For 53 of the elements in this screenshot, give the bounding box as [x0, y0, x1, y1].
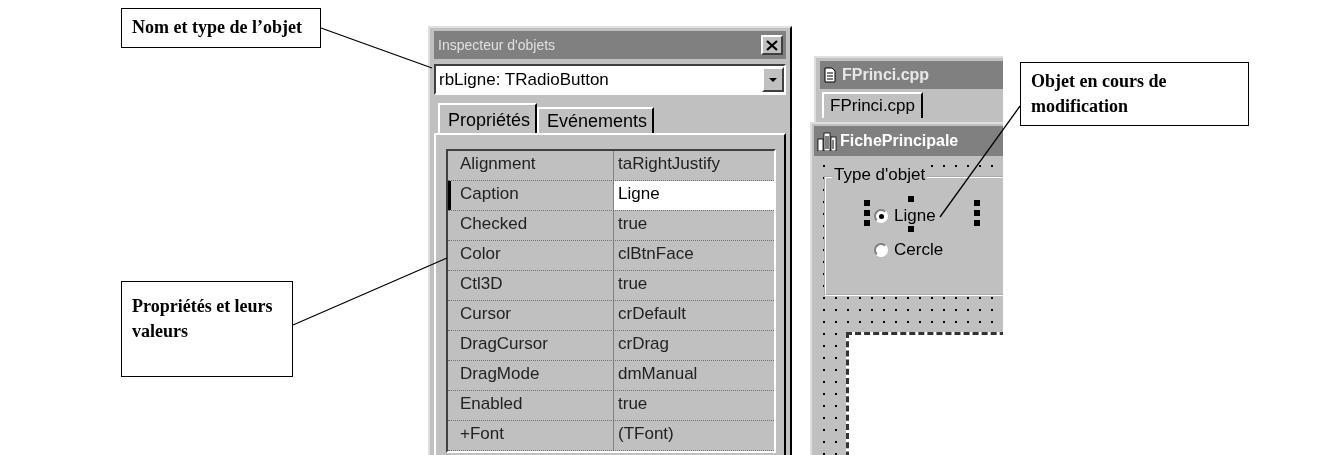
- property-row[interactable]: +Font (TFont): [448, 421, 774, 451]
- radio-label: Cercle: [894, 240, 944, 260]
- property-value: true: [617, 213, 649, 235]
- property-value: (TFont): [617, 423, 675, 445]
- object-selector[interactable]: rbLigne: TRadioButton: [434, 64, 786, 95]
- property-value: true: [617, 273, 649, 295]
- property-row[interactable]: Color clBtnFace: [448, 241, 774, 271]
- close-icon: [766, 39, 778, 51]
- property-value[interactable]: Ligne: [614, 181, 774, 210]
- group-box-title: Type d'objet: [832, 165, 928, 185]
- property-name: +Font: [448, 421, 614, 450]
- window-title: FPrinci.cpp: [842, 66, 930, 84]
- tab[interactable]: FPrinci.cpp: [822, 92, 924, 118]
- window-title: FichePrincipale: [840, 132, 959, 150]
- property-name: Alignment: [448, 151, 614, 180]
- tab[interactable]: Evénements: [537, 107, 655, 133]
- radio-button[interactable]: [874, 243, 888, 257]
- property-value: true: [617, 393, 649, 415]
- property-row[interactable]: DragMode dmManual: [448, 361, 774, 391]
- window-title: Inspecteur d'objets: [438, 37, 556, 53]
- object-selector-text: rbLigne: TRadioButton: [438, 69, 609, 90]
- property-row[interactable]: Ctl3D true: [448, 271, 774, 301]
- property-row[interactable]: DragCursor crDrag: [448, 331, 774, 361]
- property-row[interactable]: Checked true: [448, 211, 774, 241]
- property-name: Color: [448, 241, 614, 270]
- selection-handle[interactable]: [908, 196, 914, 202]
- property-name: DragCursor: [448, 331, 614, 360]
- callout-box: Propriétés et leurs valeurs: [121, 281, 293, 377]
- selection-handle[interactable]: [908, 226, 914, 232]
- property-name: Checked: [448, 211, 614, 240]
- close-button[interactable]: [761, 35, 783, 55]
- dropdown-button[interactable]: [762, 67, 784, 92]
- property-row[interactable]: Caption Ligne: [448, 181, 774, 211]
- property-row[interactable]: Cursor crDefault: [448, 301, 774, 331]
- selection-handle[interactable]: [864, 200, 870, 206]
- document-icon: [824, 67, 836, 83]
- property-name: Ctl3D: [448, 271, 614, 300]
- property-row[interactable]: Enabled true: [448, 391, 774, 421]
- property-name: Cursor: [448, 301, 614, 330]
- callout-box: Nom et type de l’objet: [121, 8, 321, 48]
- property-value: crDefault: [617, 303, 688, 325]
- property-value: clBtnFace: [617, 243, 695, 265]
- buildings-icon: [817, 131, 837, 151]
- property-value: crDrag: [617, 333, 670, 355]
- property-name: DragMode: [448, 361, 614, 390]
- callout-box: Objet en cours de modification: [1020, 62, 1249, 126]
- caret-icon: [769, 77, 777, 82]
- radio-button[interactable]: [874, 209, 888, 223]
- tab[interactable]: Propriétés: [438, 103, 538, 133]
- property-name: Enabled: [448, 391, 614, 420]
- radio-label: Ligne: [894, 206, 936, 226]
- property-value: dmManual: [617, 363, 699, 385]
- property-value: taRightJustify: [617, 153, 722, 175]
